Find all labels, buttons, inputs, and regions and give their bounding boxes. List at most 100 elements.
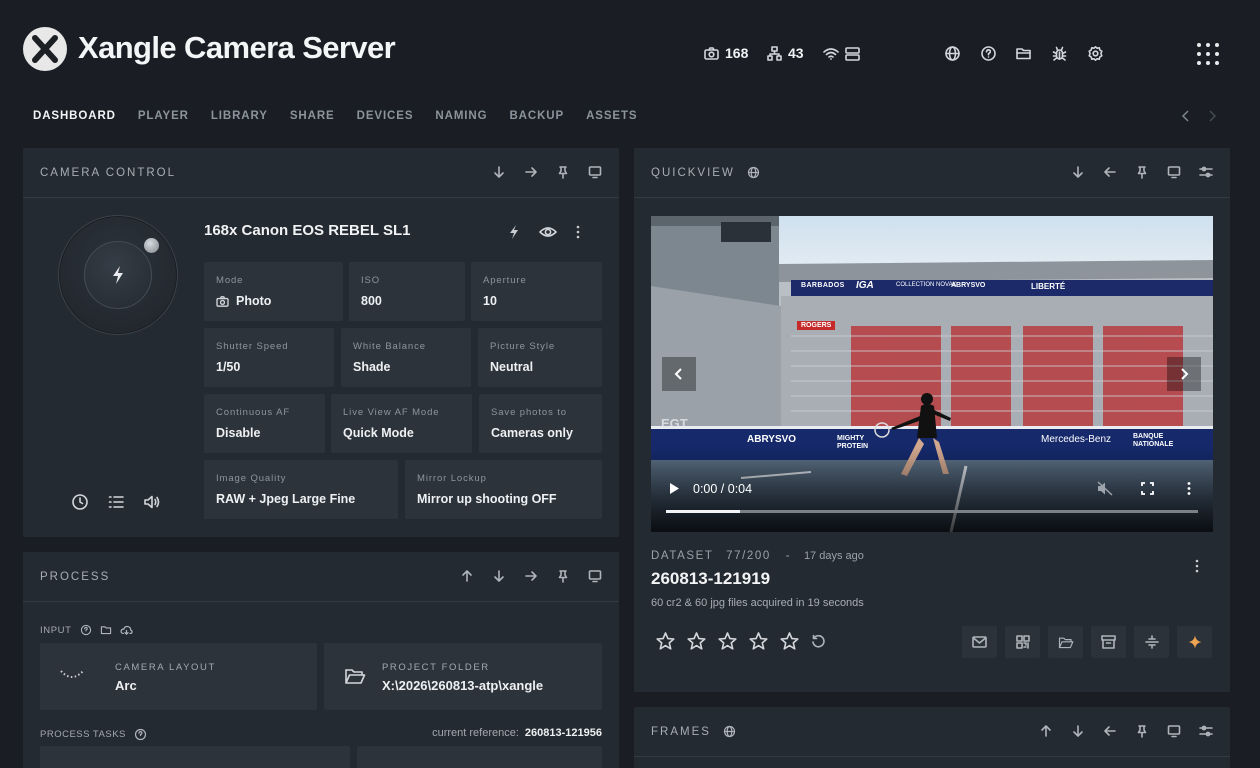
pin-icon[interactable] bbox=[1135, 165, 1149, 179]
video-next-button[interactable] bbox=[1167, 357, 1201, 391]
process-task-card[interactable] bbox=[357, 746, 602, 768]
setting-white-balance[interactable]: White Balance Shade bbox=[341, 328, 471, 387]
setting-aperture[interactable]: Aperture 10 bbox=[471, 262, 602, 321]
qr-code-button[interactable] bbox=[1005, 626, 1040, 658]
setting-label: Mirror Lockup bbox=[417, 473, 487, 484]
sliders-icon[interactable] bbox=[1199, 724, 1213, 738]
xangle-logo[interactable] bbox=[23, 27, 67, 71]
arrow-right-icon[interactable] bbox=[524, 165, 538, 179]
play-icon[interactable] bbox=[668, 482, 680, 495]
setting-label: Live View AF Mode bbox=[343, 407, 440, 418]
video-prev-button[interactable] bbox=[662, 357, 696, 391]
network-count[interactable]: 43 bbox=[767, 45, 804, 61]
setting-iso[interactable]: ISO 800 bbox=[349, 262, 465, 321]
archive-button[interactable] bbox=[1091, 626, 1126, 658]
camera-count[interactable]: 168 bbox=[704, 45, 748, 61]
arrow-left-icon[interactable] bbox=[1103, 724, 1117, 738]
sliders-icon[interactable] bbox=[1199, 165, 1213, 179]
rating-stars bbox=[656, 632, 826, 650]
setting-mode[interactable]: Mode Photo bbox=[204, 262, 343, 321]
trigger-button[interactable] bbox=[84, 241, 152, 309]
video-more-icon[interactable] bbox=[1186, 481, 1192, 496]
trigger-dial[interactable] bbox=[58, 215, 178, 335]
setting-picture-style[interactable]: Picture Style Neutral bbox=[478, 328, 602, 387]
bug-icon[interactable] bbox=[1051, 45, 1069, 63]
monitor-icon[interactable] bbox=[588, 165, 602, 179]
arrow-down-icon[interactable] bbox=[492, 569, 506, 583]
arrow-up-icon[interactable] bbox=[1039, 724, 1053, 738]
setting-mirror-lockup[interactable]: Mirror Lockup Mirror up shooting OFF bbox=[405, 460, 602, 519]
tab-devices[interactable]: DEVICES bbox=[357, 110, 414, 122]
arrow-down-icon[interactable] bbox=[492, 165, 506, 179]
globe-icon[interactable] bbox=[747, 166, 760, 179]
project-folder-card[interactable]: PROJECT FOLDER X:\2026\260813-atp\xangle bbox=[324, 643, 602, 710]
clock-icon[interactable] bbox=[71, 493, 89, 511]
tab-assets[interactable]: ASSETS bbox=[586, 110, 637, 122]
eye-icon[interactable] bbox=[539, 224, 557, 240]
video-progress-track[interactable] bbox=[666, 510, 1198, 513]
setting-continuous-af[interactable]: Continuous AF Disable bbox=[204, 394, 325, 453]
network-icon bbox=[767, 45, 782, 61]
tab-dashboard[interactable]: DASHBOARD bbox=[33, 110, 116, 122]
speaker-icon[interactable] bbox=[143, 493, 161, 511]
cloud-sync-icon[interactable] bbox=[119, 624, 133, 636]
pin-icon[interactable] bbox=[1135, 724, 1149, 738]
arrow-left-icon[interactable] bbox=[1103, 165, 1117, 179]
ai-enhance-button[interactable] bbox=[1177, 626, 1212, 658]
open-folder-button[interactable] bbox=[1048, 626, 1083, 658]
chevron-right-icon[interactable] bbox=[1207, 110, 1217, 122]
star-icon[interactable] bbox=[780, 632, 799, 650]
email-button[interactable] bbox=[962, 626, 997, 658]
folder-open-icon bbox=[344, 667, 366, 685]
monitor-icon[interactable] bbox=[588, 569, 602, 583]
pin-icon[interactable] bbox=[556, 569, 570, 583]
reset-rating-icon[interactable] bbox=[811, 634, 826, 649]
dial-knob[interactable] bbox=[144, 238, 159, 253]
globe-icon[interactable] bbox=[944, 45, 962, 63]
setting-value: Neutral bbox=[490, 360, 534, 374]
help-icon[interactable] bbox=[980, 45, 998, 63]
arrow-down-icon[interactable] bbox=[1071, 165, 1085, 179]
align-button[interactable] bbox=[1134, 626, 1169, 658]
monitor-icon[interactable] bbox=[1167, 165, 1181, 179]
tab-backup[interactable]: BACKUP bbox=[509, 110, 564, 122]
flash-icon[interactable] bbox=[507, 224, 521, 240]
star-icon[interactable] bbox=[718, 632, 737, 650]
more-vertical-icon[interactable] bbox=[575, 224, 581, 240]
chevron-left-icon[interactable] bbox=[1181, 110, 1191, 122]
server-icon[interactable] bbox=[844, 45, 862, 63]
setting-live-view-af[interactable]: Live View AF Mode Quick Mode bbox=[331, 394, 472, 453]
process-task-card[interactable] bbox=[40, 746, 350, 768]
process-panel: PROCESS INPUT CAMERA LAYOUT Arc PROJECT … bbox=[23, 552, 619, 768]
wifi-icon[interactable] bbox=[822, 45, 840, 63]
mute-icon[interactable] bbox=[1097, 481, 1113, 496]
arrow-up-icon[interactable] bbox=[460, 569, 474, 583]
folder-icon[interactable] bbox=[100, 624, 112, 636]
list-icon[interactable] bbox=[107, 493, 125, 511]
setting-image-quality[interactable]: Image Quality RAW + Jpeg Large Fine bbox=[204, 460, 398, 519]
tab-naming[interactable]: NAMING bbox=[435, 110, 487, 122]
help-icon[interactable] bbox=[134, 728, 147, 741]
tab-player[interactable]: PLAYER bbox=[138, 110, 189, 122]
pin-icon[interactable] bbox=[556, 165, 570, 179]
dataset-more-icon[interactable] bbox=[1194, 559, 1200, 573]
camera-layout-card[interactable]: CAMERA LAYOUT Arc bbox=[40, 643, 317, 710]
video-player[interactable]: BARBADOS IGA COLLECTION NOVAK ABRYSVO LI… bbox=[651, 216, 1213, 532]
help-icon[interactable] bbox=[80, 624, 92, 636]
setting-shutter-speed[interactable]: Shutter Speed 1/50 bbox=[204, 328, 334, 387]
setting-save-photos[interactable]: Save photos to Cameras only bbox=[479, 394, 602, 453]
arrow-down-icon[interactable] bbox=[1071, 724, 1085, 738]
camera-control-panel: CAMERA CONTROL 168x Canon EOS REBEL SL1 … bbox=[23, 148, 619, 537]
star-icon[interactable] bbox=[749, 632, 768, 650]
star-icon[interactable] bbox=[687, 632, 706, 650]
tab-library[interactable]: LIBRARY bbox=[211, 110, 268, 122]
monitor-icon[interactable] bbox=[1167, 724, 1181, 738]
fullscreen-icon[interactable] bbox=[1141, 482, 1154, 495]
tab-share[interactable]: SHARE bbox=[290, 110, 335, 122]
star-icon[interactable] bbox=[656, 632, 675, 650]
apps-menu-icon[interactable] bbox=[1197, 43, 1221, 67]
folder-icon[interactable] bbox=[1015, 45, 1033, 63]
arrow-right-icon[interactable] bbox=[524, 569, 538, 583]
globe-icon[interactable] bbox=[723, 725, 736, 738]
settings-icon[interactable] bbox=[1087, 45, 1105, 63]
